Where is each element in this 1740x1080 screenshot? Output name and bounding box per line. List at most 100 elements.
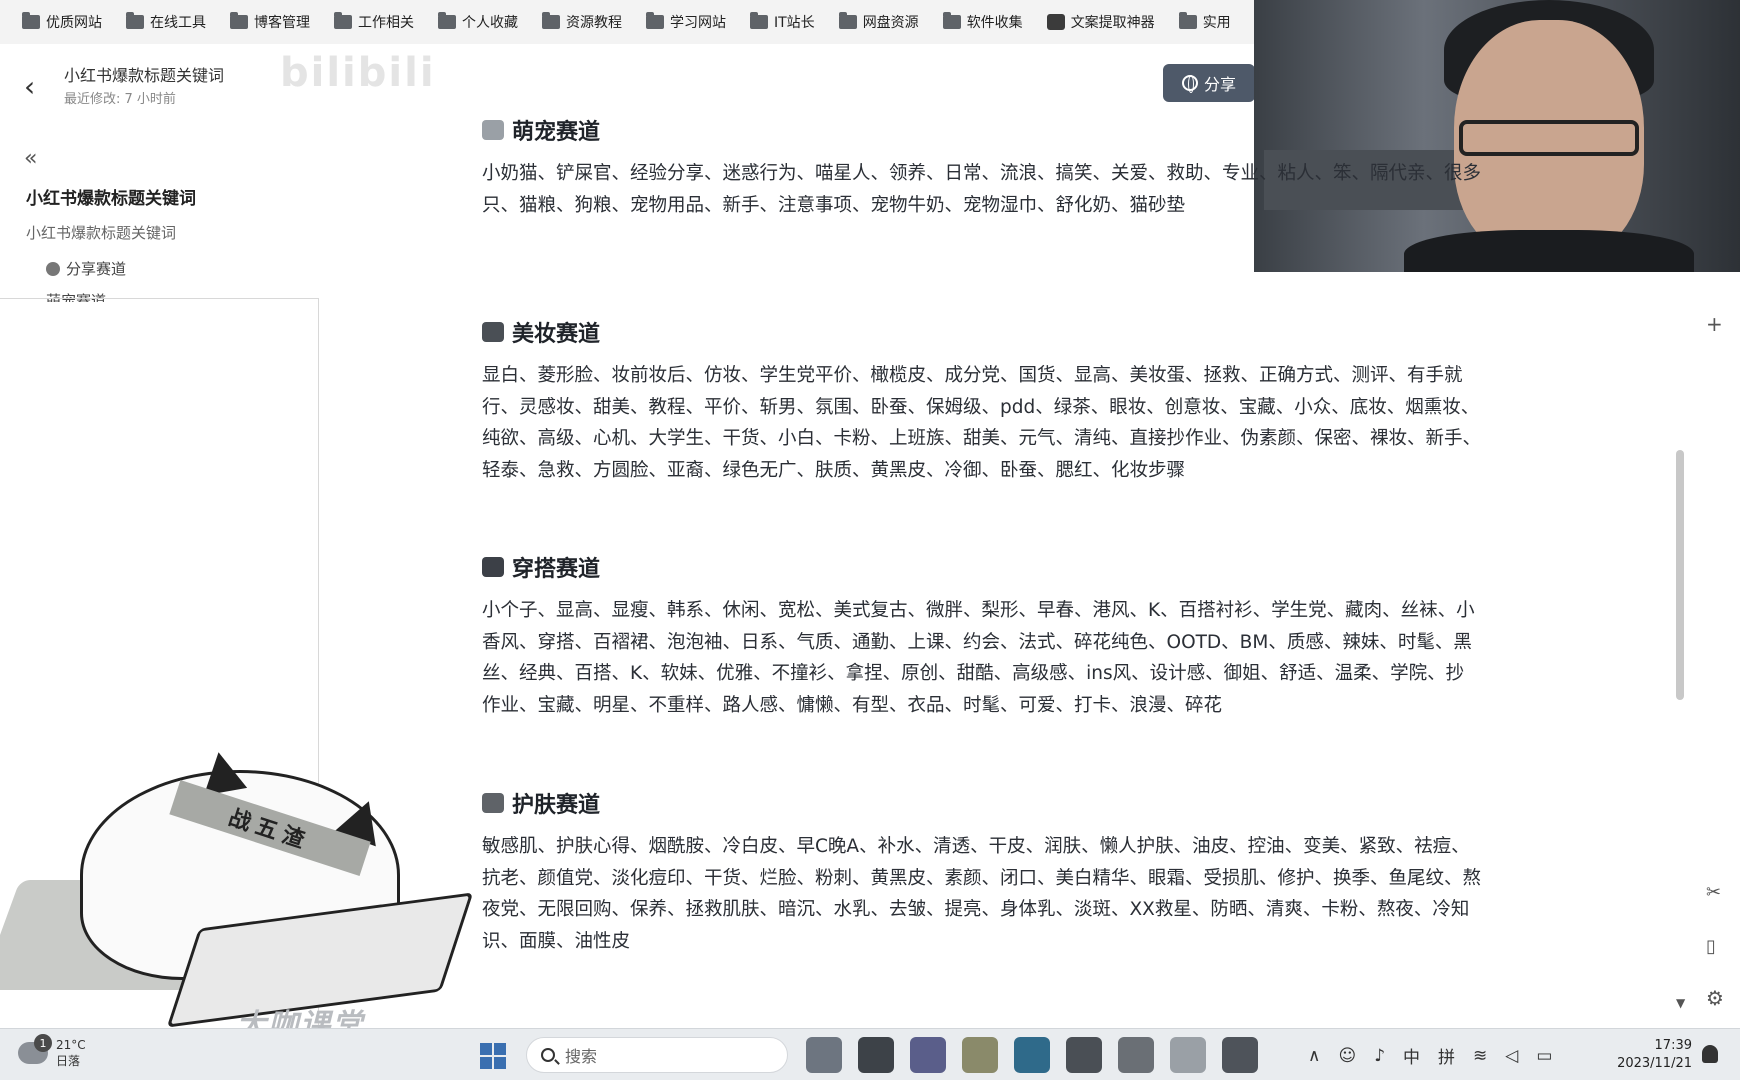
share-button[interactable]: 分享 [1163, 64, 1255, 102]
bookmark-item[interactable]: 文案提取神器 [1037, 8, 1165, 36]
sidebar-item-pets[interactable]: 萌宠赛道 [46, 290, 106, 302]
bookmark-item[interactable]: 工作相关 [324, 8, 424, 36]
sidebar-item-share[interactable]: 分享赛道 [46, 258, 126, 279]
presenter-shirt [1404, 230, 1694, 272]
section-title: 护肤赛道 [482, 785, 1482, 821]
paw-icon [482, 120, 504, 140]
phone-app-icon[interactable] [1222, 1037, 1258, 1073]
teams-app-icon[interactable] [910, 1037, 946, 1073]
sidebar-title[interactable]: 小红书爆款标题关键词 [26, 184, 196, 209]
bookmark-item[interactable]: 资源教程 [532, 8, 632, 36]
bookmark-label: 博客管理 [254, 15, 310, 31]
weather-desc: 日落 [56, 1054, 81, 1068]
bookmark-item[interactable]: 软件收集 [933, 8, 1033, 36]
search-icon [541, 1048, 555, 1062]
weather-widget[interactable]: 1 21°C 日落 [18, 1034, 86, 1069]
chrome-browser-icon[interactable] [1170, 1037, 1206, 1073]
sidebar-item-label: 分享赛道 [66, 260, 127, 278]
volume-icon[interactable]: ◁ [1505, 1046, 1518, 1066]
bookmark-item[interactable]: 实用 [1169, 8, 1241, 36]
bookmark-label: 工作相关 [358, 15, 414, 31]
last-modified: 最近修改: 7 小时前 [64, 92, 176, 107]
windows-start-icon[interactable] [480, 1043, 506, 1069]
folder-icon [646, 12, 664, 29]
folder-icon [438, 12, 456, 29]
section-title: 美妆赛道 [482, 314, 1482, 350]
notification-bell-icon[interactable] [1702, 1045, 1718, 1063]
bookmark-item[interactable]: 学习网站 [636, 8, 736, 36]
section-skincare: 护肤赛道 敏感肌、护肤心得、烟酰胺、冷白皮、早C晚A、补水、清透、干皮、润肤、懒… [482, 785, 1482, 957]
presenter-glasses [1459, 120, 1639, 156]
scrollbar[interactable] [1676, 450, 1684, 700]
cat-sticker-overlay: 战五渣 [0, 740, 500, 1040]
taskbar: 1 21°C 日落 搜索 ∧ ☺ ♪ 中 拼 ≋ ◁ ▭ 17:39 2023/… [0, 1028, 1740, 1080]
premiere-app-icon[interactable] [806, 1037, 842, 1073]
pinned-apps [806, 1037, 1258, 1073]
tray-expand-icon[interactable]: ∧ [1308, 1046, 1320, 1066]
bilibili-watermark: bilibili [280, 50, 436, 96]
bookmark-label: IT站长 [774, 15, 815, 31]
folder-icon [942, 12, 961, 29]
bookmark-label: 在线工具 [150, 15, 206, 31]
notepad-app-icon[interactable] [1118, 1037, 1154, 1073]
battery-icon[interactable]: ▭ [1536, 1046, 1552, 1066]
bookmark-label: 学习网站 [670, 15, 726, 31]
plus-icon[interactable]: + [1706, 312, 1723, 336]
bookmark-label: 文案提取神器 [1070, 15, 1155, 31]
section-keywords: 小个子、显高、显瘦、韩系、休闲、宽松、美式复古、微胖、梨形、早春、港风、K、百搭… [482, 600, 1475, 716]
section-keywords: 显白、菱形脸、妆前妆后、仿妆、学生党平价、橄榄皮、成分党、国货、显高、美妆蛋、拯… [482, 365, 1482, 481]
ime-mode[interactable]: 拼 [1438, 1043, 1455, 1068]
sidebar-divider [0, 298, 318, 299]
sidebar-subtitle[interactable]: 小红书爆款标题关键词 [26, 222, 176, 243]
section-title: 穿搭赛道 [482, 549, 1482, 585]
bookmark-item[interactable]: 在线工具 [116, 8, 216, 36]
edge-browser-icon[interactable] [1014, 1037, 1050, 1073]
store-app-icon[interactable] [1066, 1037, 1102, 1073]
ime-lang[interactable]: 中 [1403, 1043, 1420, 1068]
collapse-sidebar-icon[interactable]: « [24, 146, 37, 171]
system-clock[interactable]: 17:39 2023/11/21 [1600, 1037, 1692, 1073]
folder-icon [542, 12, 560, 29]
share-label: 分享 [1203, 75, 1236, 94]
bookmark-label: 优质网站 [46, 15, 102, 31]
file-explorer-icon[interactable] [962, 1037, 998, 1073]
bookmark-label: 实用 [1202, 15, 1231, 31]
weather-badge: 1 [34, 1034, 52, 1052]
folder-icon [838, 12, 857, 29]
bookmark-item[interactable]: 网盘资源 [829, 8, 929, 36]
clock-time: 17:39 [1654, 1038, 1692, 1053]
bookmark-label: 资源教程 [566, 15, 622, 31]
scroll-down-icon[interactable]: ▼ [1676, 996, 1685, 1010]
back-arrow-icon[interactable]: ‹ [24, 70, 35, 103]
clock-date: 2023/11/21 [1617, 1056, 1692, 1071]
bookmark-item[interactable]: 优质网站 [12, 8, 112, 36]
app-icon [1046, 14, 1065, 30]
bookmark-item[interactable]: 博客管理 [220, 8, 320, 36]
section-keywords: 敏感肌、护肤心得、烟酰胺、冷白皮、早C晚A、补水、清透、干皮、润肤、懒人护肤、油… [482, 836, 1482, 952]
settings-icon[interactable]: ⚙ [1706, 986, 1724, 1010]
panel-icon[interactable]: ▯ [1706, 936, 1716, 957]
folder-icon [126, 12, 144, 29]
system-tray: ∧ ☺ ♪ 中 拼 ≋ ◁ ▭ [1308, 1043, 1552, 1069]
microphone-icon[interactable]: ♪ [1374, 1046, 1385, 1066]
bookmark-label: 软件收集 [966, 15, 1023, 31]
cat-tray-icon[interactable]: ☺ [1338, 1046, 1356, 1066]
cloud-icon: 1 [18, 1034, 52, 1064]
bookmark-item[interactable]: IT站长 [740, 8, 825, 36]
folder-icon [1178, 12, 1197, 29]
temperature: 21°C [56, 1038, 86, 1052]
bookmark-label: 网盘资源 [862, 15, 919, 31]
section-pets: 萌宠赛道 小奶猫、铲屎官、经验分享、迷惑行为、喵星人、领养、日常、流浪、搞笑、关… [482, 112, 1482, 221]
globe-icon [1181, 75, 1198, 93]
notes-app-icon[interactable] [858, 1037, 894, 1073]
folder-icon [750, 12, 768, 29]
person-icon [46, 261, 60, 276]
section-makeup: 美妆赛道 显白、菱形脸、妆前妆后、仿妆、学生党平价、橄榄皮、成分党、国货、显高、… [482, 314, 1482, 486]
bookmark-item[interactable]: 个人收藏 [428, 8, 528, 36]
wifi-icon[interactable]: ≋ [1473, 1046, 1487, 1066]
taskbar-search[interactable]: 搜索 [526, 1037, 788, 1073]
boot-icon [482, 557, 504, 577]
section-keywords: 小奶猫、铲屎官、经验分享、迷惑行为、喵星人、领养、日常、流浪、搞笑、关爱、救助、… [482, 163, 1482, 216]
folder-icon [334, 12, 352, 29]
magic-icon[interactable]: ✂ [1706, 882, 1721, 903]
